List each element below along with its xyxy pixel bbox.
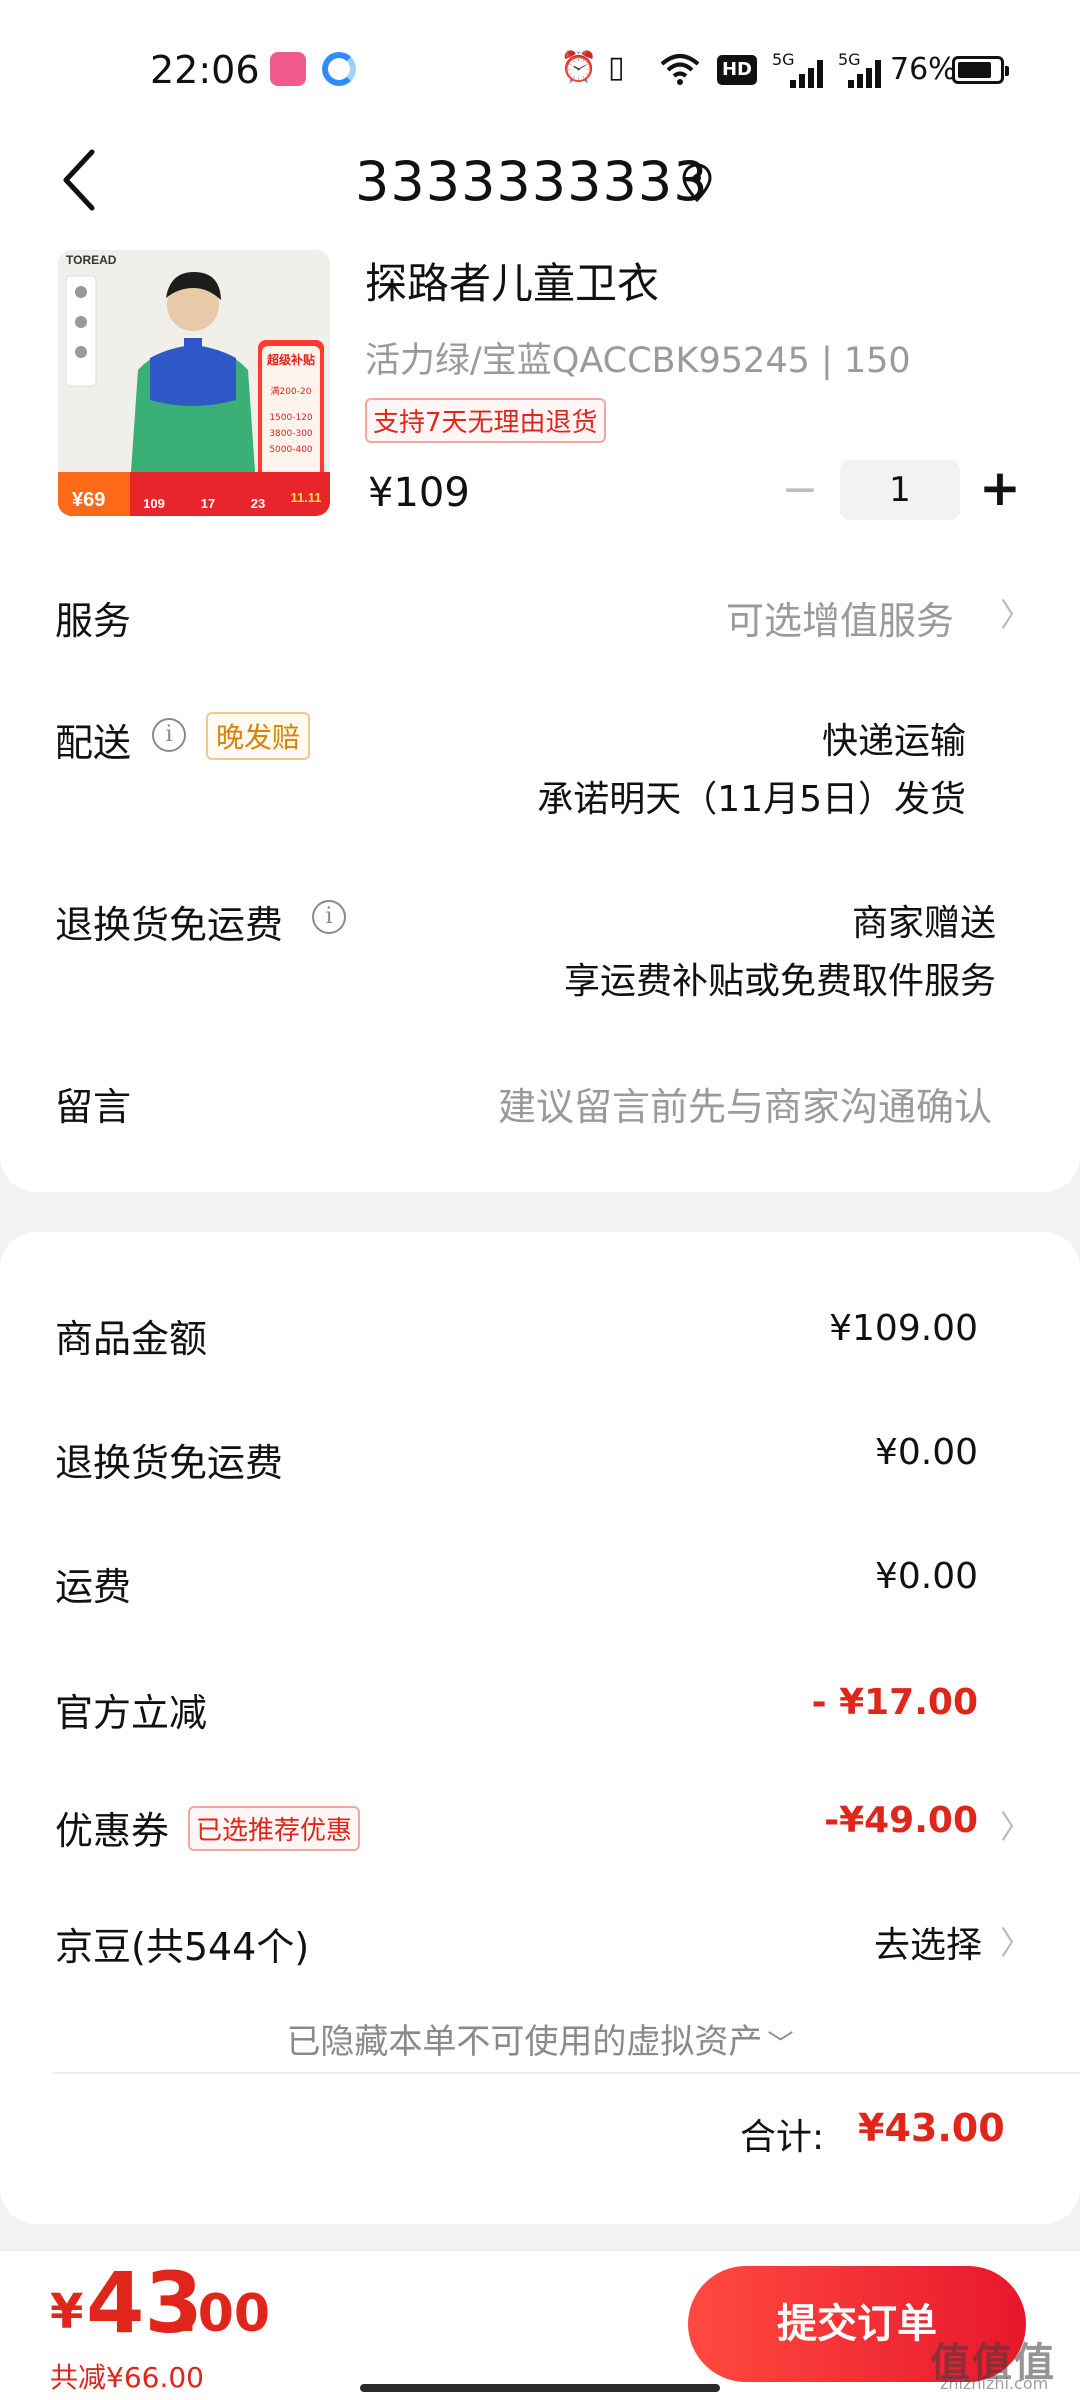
- total-label: 合计:: [740, 2117, 825, 2158]
- jd-beans-selector[interactable]: 去选择: [740, 1916, 982, 1968]
- shipping-fee-value: ¥0.00: [874, 1556, 978, 1597]
- shipping-fee-label: 运费: [55, 1565, 132, 1609]
- quantity-increase-button[interactable]: +: [976, 460, 1024, 520]
- chevron-down-icon: ﹀: [767, 2030, 794, 2060]
- coupon-label: 优惠券: [55, 1809, 170, 1853]
- hidden-assets-text: 已隐藏本单不可使用的虚拟资产: [286, 2022, 763, 2062]
- product-spec: 活力绿/宝蓝QACCBK95245 | 150: [365, 341, 911, 381]
- chevron-right-icon: 〉: [1000, 596, 1033, 634]
- total-saved[interactable]: 共减¥66.00: [50, 2356, 204, 2396]
- delivery-label: 配送: [55, 721, 132, 765]
- banner-number: 17: [201, 496, 215, 511]
- return-shipping-gift: 商家赠送: [851, 903, 996, 944]
- promo-line: 3800-300: [269, 429, 313, 439]
- chevron-right-icon: 〉: [1000, 1808, 1033, 1846]
- goods-amount-label: 商品金额: [55, 1317, 208, 1361]
- pay-amount-decimal: .00: [178, 2284, 271, 2344]
- divider: [52, 2072, 1080, 2074]
- total-value: ¥43.00: [858, 2106, 1005, 2150]
- location-pin-icon[interactable]: [680, 162, 714, 204]
- promo-title: 超级补贴: [266, 352, 315, 367]
- signal-icon: [790, 58, 826, 88]
- goods-amount-value: ¥109.00: [829, 1308, 978, 1349]
- official-discount-value: - ¥17.00: [811, 1682, 978, 1723]
- late-delivery-badge: 晚发赔: [206, 712, 311, 760]
- promo-line: 5000-400: [269, 445, 313, 455]
- jd-beans-label: 京豆(共544个): [55, 1925, 310, 1969]
- return-shipping-label: 退换货免运费: [55, 903, 284, 947]
- pay-currency: ¥: [50, 2284, 84, 2340]
- vibrate-icon: ▯: [608, 50, 625, 85]
- product-brand: TOREAD: [66, 253, 117, 267]
- delivery-method[interactable]: 快递运输: [700, 712, 966, 764]
- official-discount-label: 官方立减: [55, 1691, 208, 1735]
- info-icon[interactable]: i: [312, 900, 346, 934]
- battery-percent: 76%: [890, 52, 957, 87]
- note-label: 留言: [55, 1085, 132, 1129]
- watermark-url: zhizhizhi.com: [940, 2374, 1049, 2393]
- wifi-icon: [660, 52, 700, 86]
- promo-line: 1500-120: [269, 413, 313, 423]
- service-selector[interactable]: 可选增值服务: [726, 590, 954, 645]
- info-icon[interactable]: i: [152, 718, 186, 752]
- qq-browser-app-icon: [322, 52, 356, 86]
- banner-number: 109: [143, 496, 165, 511]
- status-time: 22:06: [150, 48, 260, 92]
- banner-tag: 11.11: [290, 490, 321, 505]
- note-input[interactable]: 建议留言前先与商家沟通确认: [482, 1076, 992, 1131]
- product-price: ¥109: [368, 470, 470, 516]
- coupon-price: ¥69: [72, 489, 105, 511]
- return-policy-badge: 支持7天无理由退货: [365, 398, 606, 443]
- service-label: 服务: [55, 599, 132, 643]
- chevron-left-icon: [63, 149, 95, 211]
- hidden-assets-toggle[interactable]: 已隐藏本单不可使用的虚拟资产 ﹀: [0, 2014, 1080, 2063]
- hd-voice-icon: HD: [717, 55, 757, 85]
- bilibili-app-icon: [270, 52, 306, 86]
- return-shipping-detail: 享运费补贴或免费取件服务: [563, 961, 996, 1002]
- return-shipping-fee-value: ¥0.00: [874, 1432, 978, 1473]
- alarm-icon: ⏰: [560, 50, 598, 85]
- battery-icon: [952, 56, 1009, 84]
- coupon-recommended-badge: 已选推荐优惠: [188, 1806, 361, 1851]
- quantity-decrease-button[interactable]: −: [780, 468, 820, 514]
- coupon-selector[interactable]: -¥49.00: [740, 1800, 978, 1841]
- product-image[interactable]: TOREAD 超级补贴 满200-20 1500-120 3800-300 50…: [58, 250, 330, 516]
- product-name[interactable]: 探路者儿童卫衣: [365, 250, 659, 311]
- promo-line: 满200-20: [271, 386, 312, 397]
- chevron-right-icon: 〉: [1000, 1924, 1033, 1962]
- back-button[interactable]: [52, 140, 112, 220]
- quantity-field[interactable]: 1: [840, 460, 960, 520]
- home-indicator[interactable]: [360, 2384, 720, 2392]
- delivery-address[interactable]: 3333333333: [355, 150, 709, 213]
- delivery-promise: 承诺明天（11月5日）发货: [537, 779, 966, 820]
- signal-icon: [848, 58, 884, 88]
- banner-number: 23: [251, 496, 265, 511]
- return-shipping-fee-label: 退换货免运费: [55, 1441, 284, 1485]
